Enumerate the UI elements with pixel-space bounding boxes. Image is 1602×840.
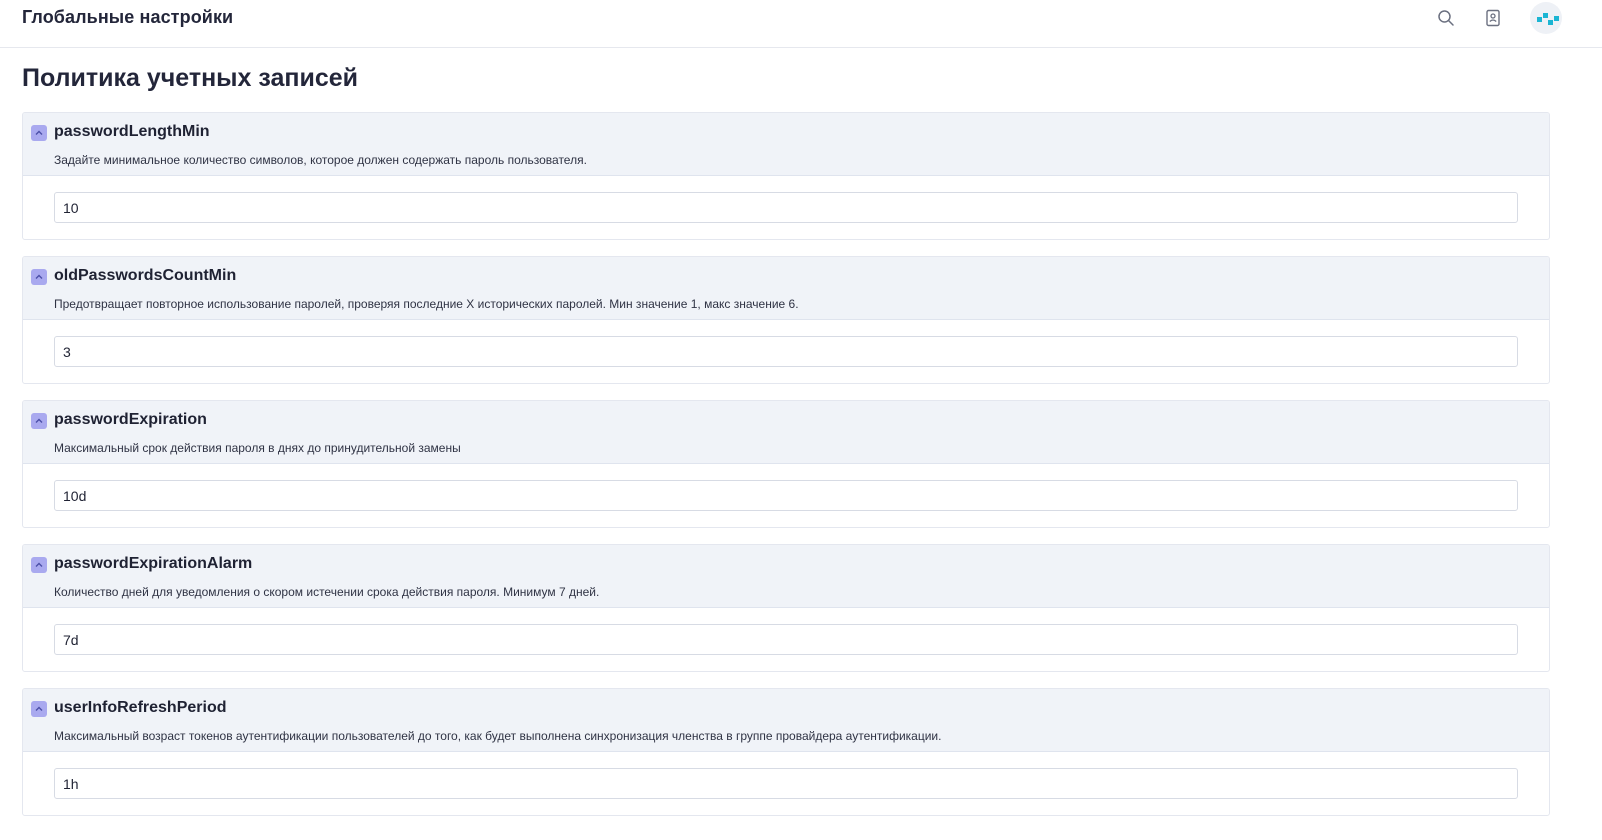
- password-expiration-alarm-input[interactable]: [54, 624, 1518, 655]
- password-length-min-input[interactable]: [54, 192, 1518, 223]
- setting-description: Максимальный срок действия пароля в днях…: [54, 441, 461, 455]
- setting-card-password-expiration: passwordExpiration Максимальный срок дей…: [22, 400, 1550, 528]
- avatar[interactable]: [1530, 2, 1562, 34]
- setting-card-user-info-refresh-period: userInfoRefreshPeriod Максимальный возра…: [22, 688, 1550, 816]
- setting-body: [23, 320, 1549, 383]
- old-passwords-count-min-input[interactable]: [54, 336, 1518, 367]
- app-title: Глобальные настройки: [22, 7, 234, 27]
- setting-name: passwordLengthMin: [54, 123, 210, 140]
- setting-card-password-length-min: passwordLengthMin Задайте минимальное ко…: [22, 112, 1550, 240]
- search-icon[interactable]: [1434, 6, 1458, 30]
- contact-book-icon[interactable]: [1481, 6, 1505, 30]
- chevron-up-icon: [35, 130, 43, 135]
- password-expiration-input[interactable]: [54, 480, 1518, 511]
- setting-body: [23, 176, 1549, 239]
- setting-card-old-passwords-count-min: oldPasswordsCountMin Предотвращает повто…: [22, 256, 1550, 384]
- collapse-toggle-button[interactable]: [31, 701, 47, 717]
- setting-header: passwordLengthMin Задайте минимальное ко…: [23, 113, 1549, 176]
- collapse-toggle-button[interactable]: [31, 557, 47, 573]
- setting-card-password-expiration-alarm: passwordExpirationAlarm Количество дней …: [22, 544, 1550, 672]
- setting-body: [23, 608, 1549, 671]
- setting-description: Максимальный возраст токенов аутентифика…: [54, 729, 942, 743]
- setting-header: passwordExpirationAlarm Количество дней …: [23, 545, 1549, 608]
- setting-name: userInfoRefreshPeriod: [54, 699, 227, 716]
- setting-description: Предотвращает повторное использование па…: [54, 297, 799, 311]
- setting-name: passwordExpiration: [54, 411, 207, 428]
- setting-header: oldPasswordsCountMin Предотвращает повто…: [23, 257, 1549, 320]
- page-title: Политика учетных записей: [22, 64, 359, 92]
- collapse-toggle-button[interactable]: [31, 125, 47, 141]
- collapse-toggle-button[interactable]: [31, 413, 47, 429]
- setting-body: [23, 752, 1549, 815]
- collapse-toggle-button[interactable]: [31, 269, 47, 285]
- top-bar: Глобальные настройки: [0, 0, 1602, 48]
- setting-description: Количество дней для уведомления о скором…: [54, 585, 600, 599]
- chevron-up-icon: [35, 274, 43, 279]
- setting-body: [23, 464, 1549, 527]
- setting-description: Задайте минимальное количество символов,…: [54, 153, 587, 167]
- settings-list: passwordLengthMin Задайте минимальное ко…: [22, 112, 1550, 832]
- setting-name: oldPasswordsCountMin: [54, 267, 237, 284]
- chevron-up-icon: [35, 562, 43, 567]
- user-info-refresh-period-input[interactable]: [54, 768, 1518, 799]
- chevron-up-icon: [35, 418, 43, 423]
- setting-name: passwordExpirationAlarm: [54, 555, 253, 572]
- setting-header: userInfoRefreshPeriod Максимальный возра…: [23, 689, 1549, 752]
- chevron-up-icon: [35, 706, 43, 711]
- setting-header: passwordExpiration Максимальный срок дей…: [23, 401, 1549, 464]
